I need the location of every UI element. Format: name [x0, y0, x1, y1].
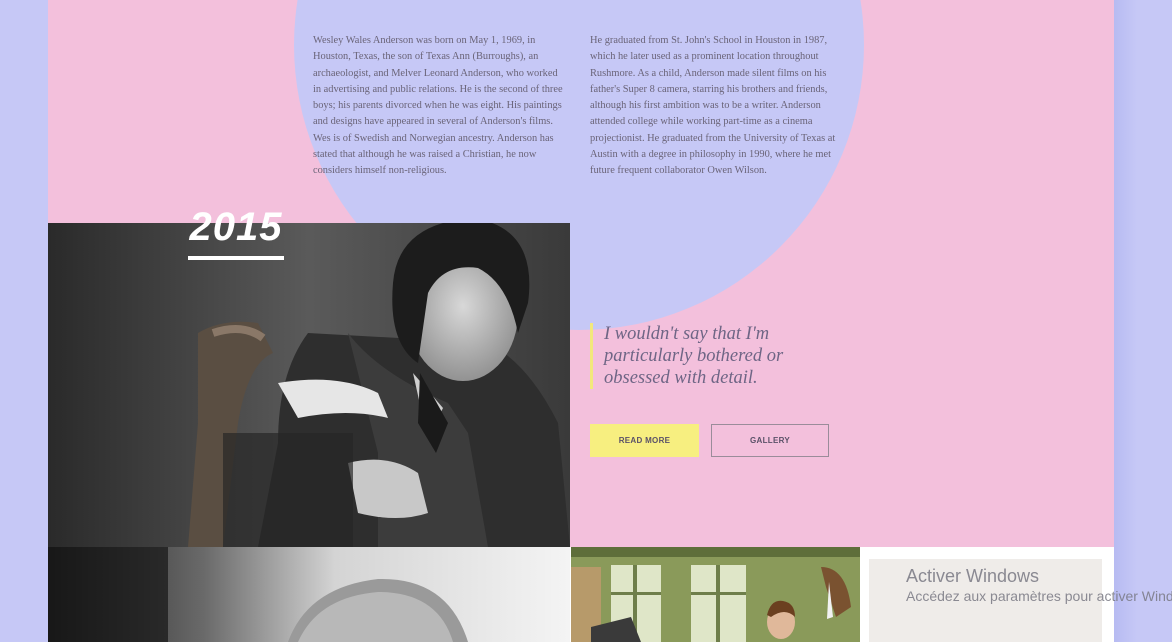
bio-column-left: Wesley Wales Anderson was born on May 1,… [313, 35, 563, 177]
pull-quote: I wouldn't say that I'm particularly bot… [590, 323, 834, 389]
activation-subtitle: Accédez aux paramètres pour activer Wind… [906, 588, 1172, 604]
gallery-photo-bw[interactable] [48, 547, 570, 642]
year-label: 2015 [189, 205, 283, 249]
year-underline [188, 256, 284, 260]
bio-column-right: He graduated from St. John's School in H… [590, 35, 836, 177]
windows-activation-watermark: Activer Windows Accédez aux paramètres p… [906, 565, 1172, 605]
read-more-button[interactable]: READ MORE [590, 424, 699, 457]
gallery-button[interactable]: GALLERY [711, 424, 829, 457]
portrait-photo [48, 223, 570, 547]
gallery-photo-room[interactable] [571, 547, 860, 642]
activation-title: Activer Windows [906, 566, 1040, 586]
right-margin [1114, 0, 1172, 642]
page-section: Wesley Wales Anderson was born on May 1,… [48, 0, 1114, 642]
